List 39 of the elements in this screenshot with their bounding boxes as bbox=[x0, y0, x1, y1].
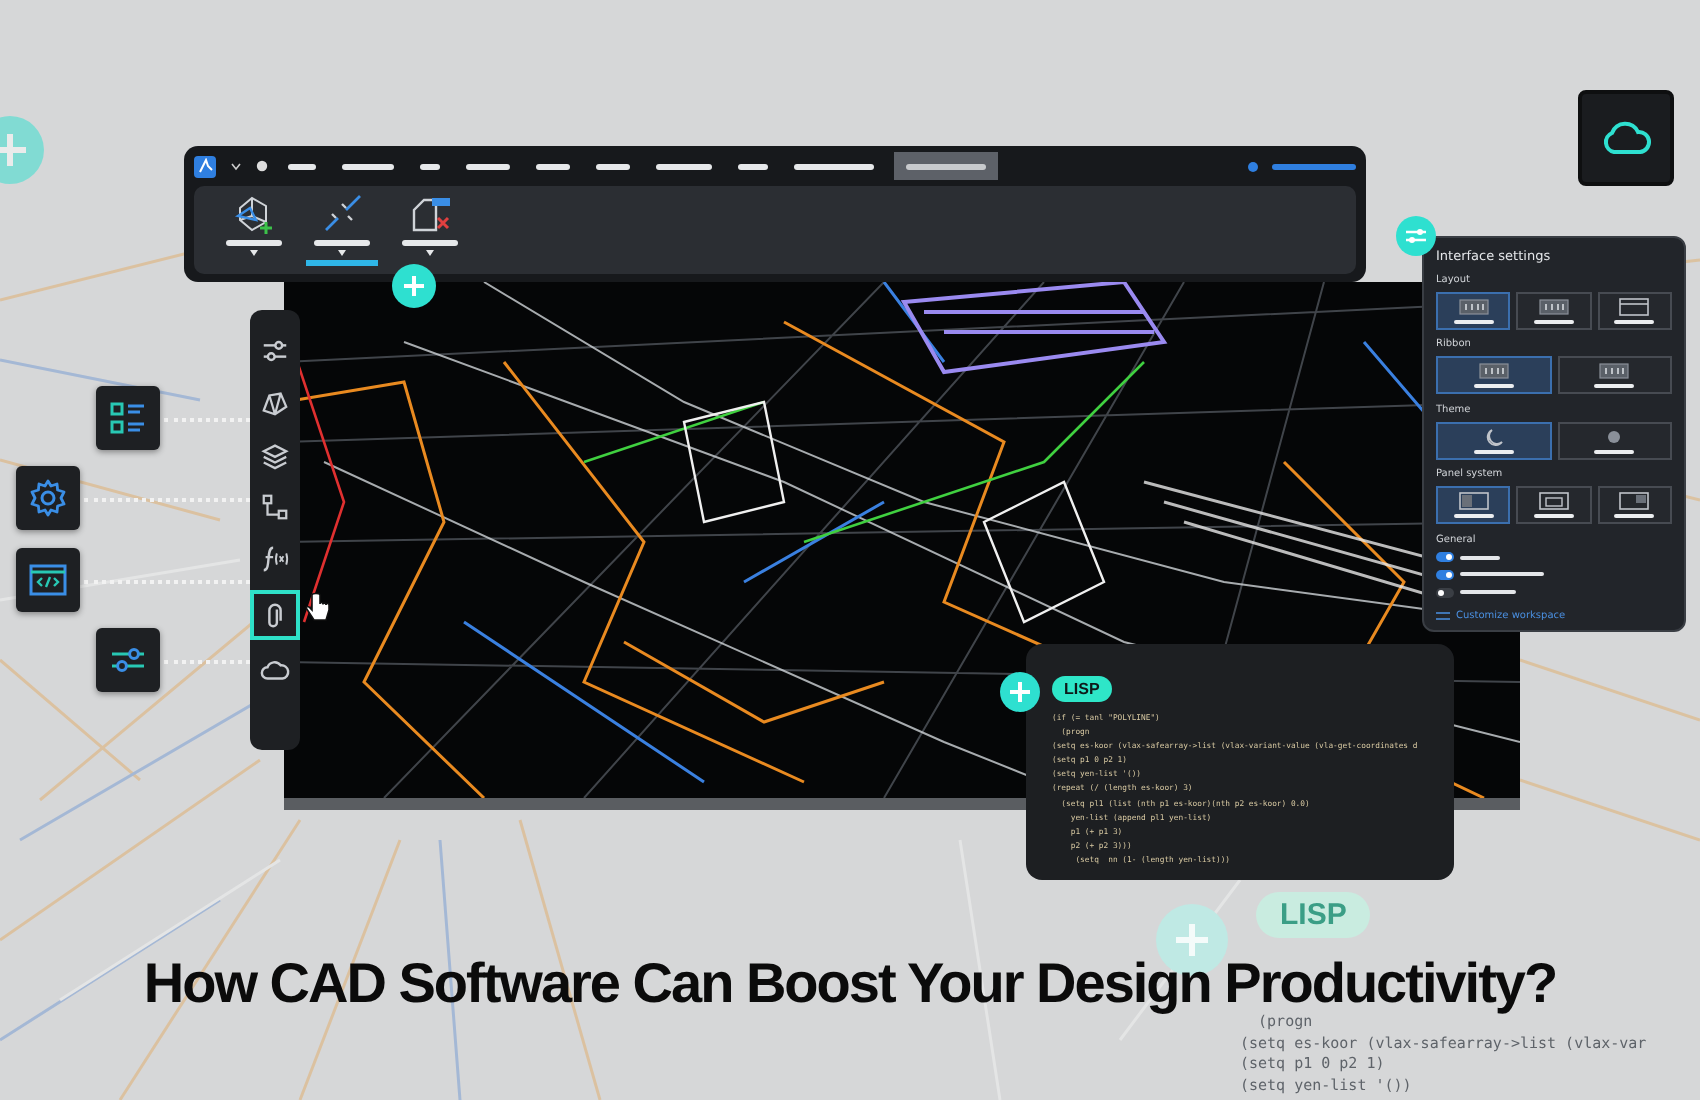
language-badge: LISP bbox=[1256, 892, 1371, 938]
layout-option[interactable] bbox=[1436, 486, 1511, 525]
ribbon-tool[interactable] bbox=[306, 190, 378, 266]
toolbar-thumbnail-icon bbox=[1598, 362, 1631, 381]
language-badge: LISP bbox=[1052, 676, 1112, 702]
list-icon[interactable] bbox=[96, 386, 160, 450]
toolbar-thumbnail-icon bbox=[1537, 297, 1570, 316]
toggle-switch[interactable] bbox=[1436, 552, 1454, 563]
snap-icon bbox=[320, 192, 364, 236]
layout-option[interactable] bbox=[1597, 486, 1672, 525]
layout-option[interactable] bbox=[1557, 421, 1672, 460]
layout-option[interactable] bbox=[1516, 486, 1592, 525]
layout-option[interactable] bbox=[1436, 356, 1551, 395]
cloud-icon[interactable] bbox=[1578, 90, 1674, 186]
toggle-switch[interactable] bbox=[1436, 587, 1454, 598]
app-logo-icon[interactable] bbox=[194, 155, 216, 177]
status-dot bbox=[1248, 161, 1258, 171]
panel-icon bbox=[1457, 492, 1490, 511]
shape-delete-icon bbox=[408, 192, 452, 236]
wireframe-icon bbox=[232, 192, 276, 236]
account-bar[interactable] bbox=[1272, 163, 1356, 169]
hand-cursor-icon bbox=[304, 592, 332, 624]
window-icon bbox=[1618, 297, 1651, 316]
layout-option[interactable] bbox=[1436, 291, 1511, 330]
layout-option[interactable] bbox=[1436, 421, 1551, 460]
toolbar-thumbnail-icon bbox=[1477, 362, 1510, 381]
layout-option[interactable] bbox=[1597, 291, 1672, 330]
code-icon[interactable] bbox=[16, 548, 80, 612]
panel-icon bbox=[1618, 492, 1651, 511]
headline: How CAD Software Can Boost Your Design Productivity? bbox=[141, 952, 1559, 1014]
gear-icon[interactable] bbox=[16, 466, 80, 530]
paperclip-icon[interactable] bbox=[250, 590, 300, 640]
layout-option[interactable] bbox=[1557, 356, 1672, 395]
chevron-icon[interactable] bbox=[230, 161, 242, 171]
circle-icon bbox=[256, 160, 268, 172]
panel-icon bbox=[1537, 492, 1570, 511]
toolbar-thumbnail-icon bbox=[1457, 297, 1490, 316]
toggle-switch[interactable] bbox=[1436, 569, 1454, 580]
layout-option[interactable] bbox=[1516, 291, 1592, 330]
